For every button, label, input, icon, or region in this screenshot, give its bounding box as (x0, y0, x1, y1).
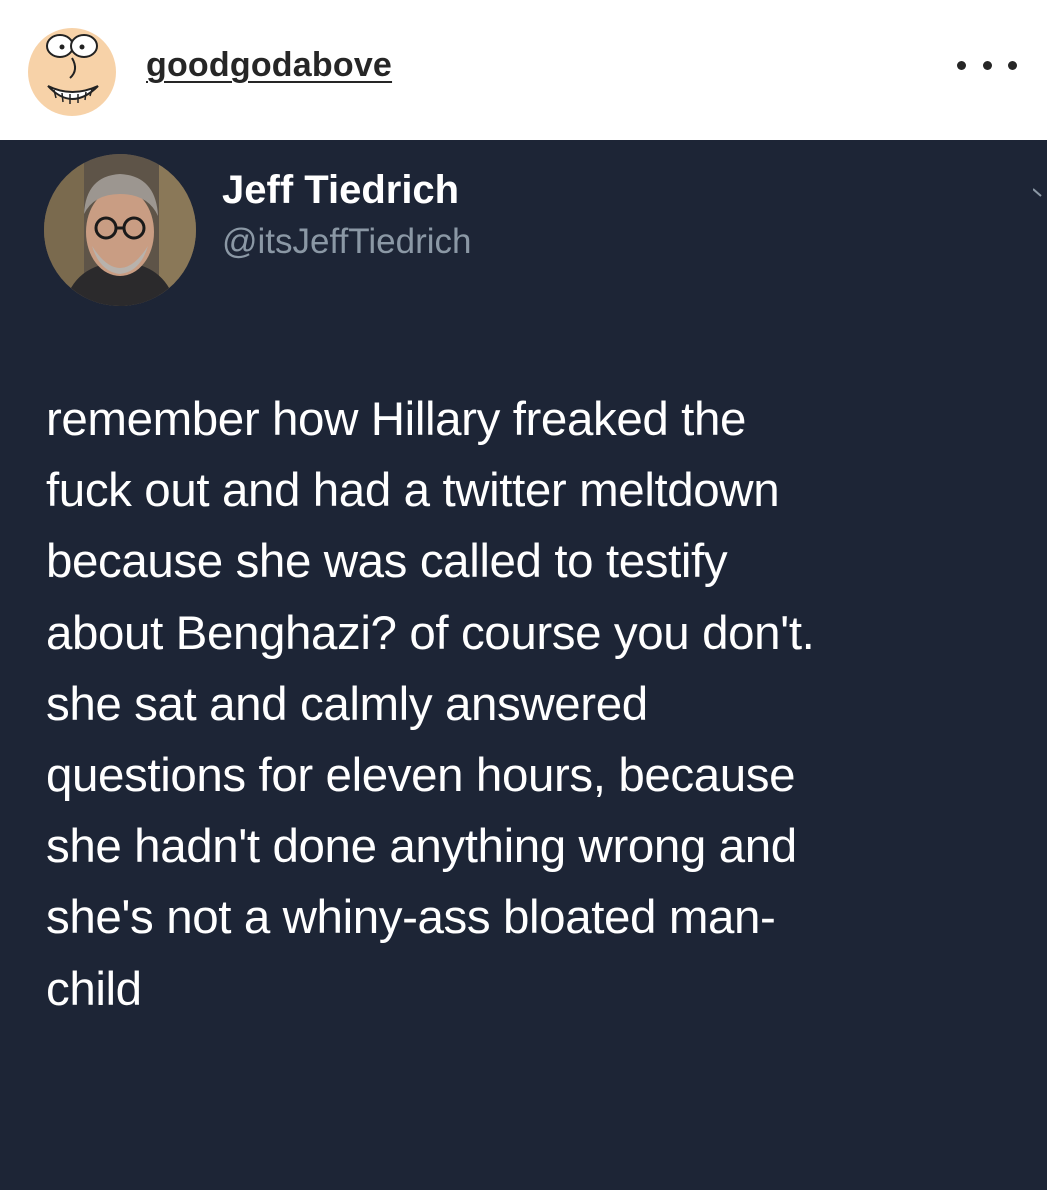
tweet-handle[interactable]: @itsJeffTiedrich (222, 222, 472, 262)
tweet-screenshot: Jeff Tiedrich @itsJeffTiedrich remember … (0, 140, 1047, 1190)
author-portrait-icon (44, 154, 196, 306)
tweet-display-name[interactable]: Jeff Tiedrich (222, 168, 459, 213)
bottom-border (0, 1190, 1047, 1200)
instagram-post: goodgodabove Jeff Tiedrich @itsJeffTiedr (0, 0, 1047, 1200)
tweet-author-avatar[interactable] (44, 154, 196, 306)
post-username[interactable]: goodgodabove (146, 46, 392, 85)
more-dot (957, 60, 966, 70)
chevron-down-icon-glyph (1032, 188, 1042, 197)
more-options-icon[interactable] (957, 50, 1017, 80)
cartoon-face-icon (28, 28, 116, 116)
chevron-down-icon[interactable] (1032, 186, 1047, 200)
profile-avatar[interactable] (22, 20, 122, 120)
more-dot (1008, 60, 1017, 70)
post-header: goodgodabove (0, 0, 1047, 140)
more-dot (982, 60, 992, 70)
tweet-text: remember how Hillary freaked the fuck ou… (46, 393, 815, 1016)
